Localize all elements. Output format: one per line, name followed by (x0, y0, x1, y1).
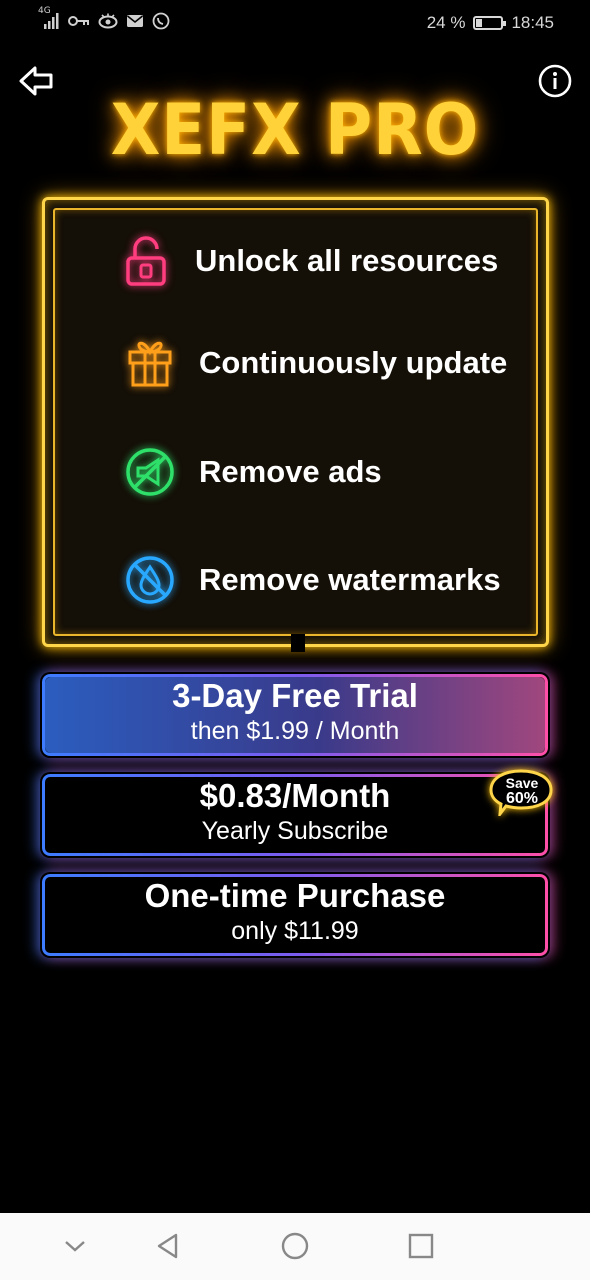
nav-hide-button[interactable] (60, 1231, 90, 1261)
no-watermark-icon (123, 553, 177, 607)
battery-percent: 24 % (426, 13, 466, 32)
no-ads-icon (123, 445, 177, 499)
mail-icon (127, 15, 143, 27)
feature-label: Remove watermarks (199, 562, 501, 597)
eye-icon (98, 13, 118, 29)
save-badge: Save 60% (489, 769, 553, 816)
plan-subtitle: then $1.99 / Month (190, 717, 400, 745)
status-bar: 4G 24 % 18:45 (0, 0, 590, 48)
plan-free-trial[interactable]: 3-Day Free Trial then $1.99 / Month (42, 674, 548, 756)
recents-square-icon (408, 1233, 434, 1259)
battery-icon (473, 16, 507, 30)
clock: 18:45 (511, 13, 554, 32)
feature-unlock-resources: Unlock all resources (119, 234, 498, 288)
home-circle-icon (281, 1232, 309, 1260)
plan-title: 3-Day Free Trial (172, 677, 418, 714)
system-nav-bar (0, 1213, 590, 1280)
key-icon (68, 16, 89, 26)
plan-subtitle: Yearly Subscribe (201, 817, 389, 845)
status-right: 24 % 18:45 (427, 13, 554, 33)
gift-icon (123, 336, 177, 390)
lock-icon (119, 234, 173, 288)
whatsapp-icon (152, 12, 170, 30)
page-title: XEFX PRO (110, 89, 480, 171)
plan-subtitle: only $11.99 (231, 917, 359, 945)
nav-back-button[interactable] (154, 1231, 184, 1261)
battery-level-fill (476, 19, 483, 27)
plan-title: One-time Purchase (144, 877, 446, 914)
plan-yearly[interactable]: $0.83/Month Yearly Subscribe (42, 774, 548, 856)
features-panel: Unlock all resources Continuously update (42, 197, 549, 652)
feature-label: Remove ads (199, 454, 382, 489)
signal-icon (44, 13, 59, 29)
frame-gap (291, 634, 305, 652)
pro-upgrade-screen: 4G 24 % 18:45 XEFX PRO Unlock all resour… (0, 0, 590, 1280)
nav-home-button[interactable] (280, 1231, 310, 1261)
plan-title: $0.83/Month (199, 777, 391, 814)
plan-one-time[interactable]: One-time Purchase only $11.99 (42, 874, 548, 956)
save-badge-line1: Save (506, 775, 539, 791)
feature-remove-ads: Remove ads (123, 445, 382, 499)
nav-recents-button[interactable] (406, 1231, 436, 1261)
save-badge-line2: 60% (506, 790, 538, 807)
feature-label: Unlock all resources (195, 243, 499, 278)
feature-continuous-update: Continuously update (123, 336, 507, 390)
feature-label: Continuously update (199, 345, 508, 380)
back-triangle-icon (157, 1233, 178, 1259)
status-icons (38, 12, 170, 30)
chevron-down-icon (65, 1241, 85, 1252)
feature-remove-watermarks: Remove watermarks (123, 553, 501, 607)
